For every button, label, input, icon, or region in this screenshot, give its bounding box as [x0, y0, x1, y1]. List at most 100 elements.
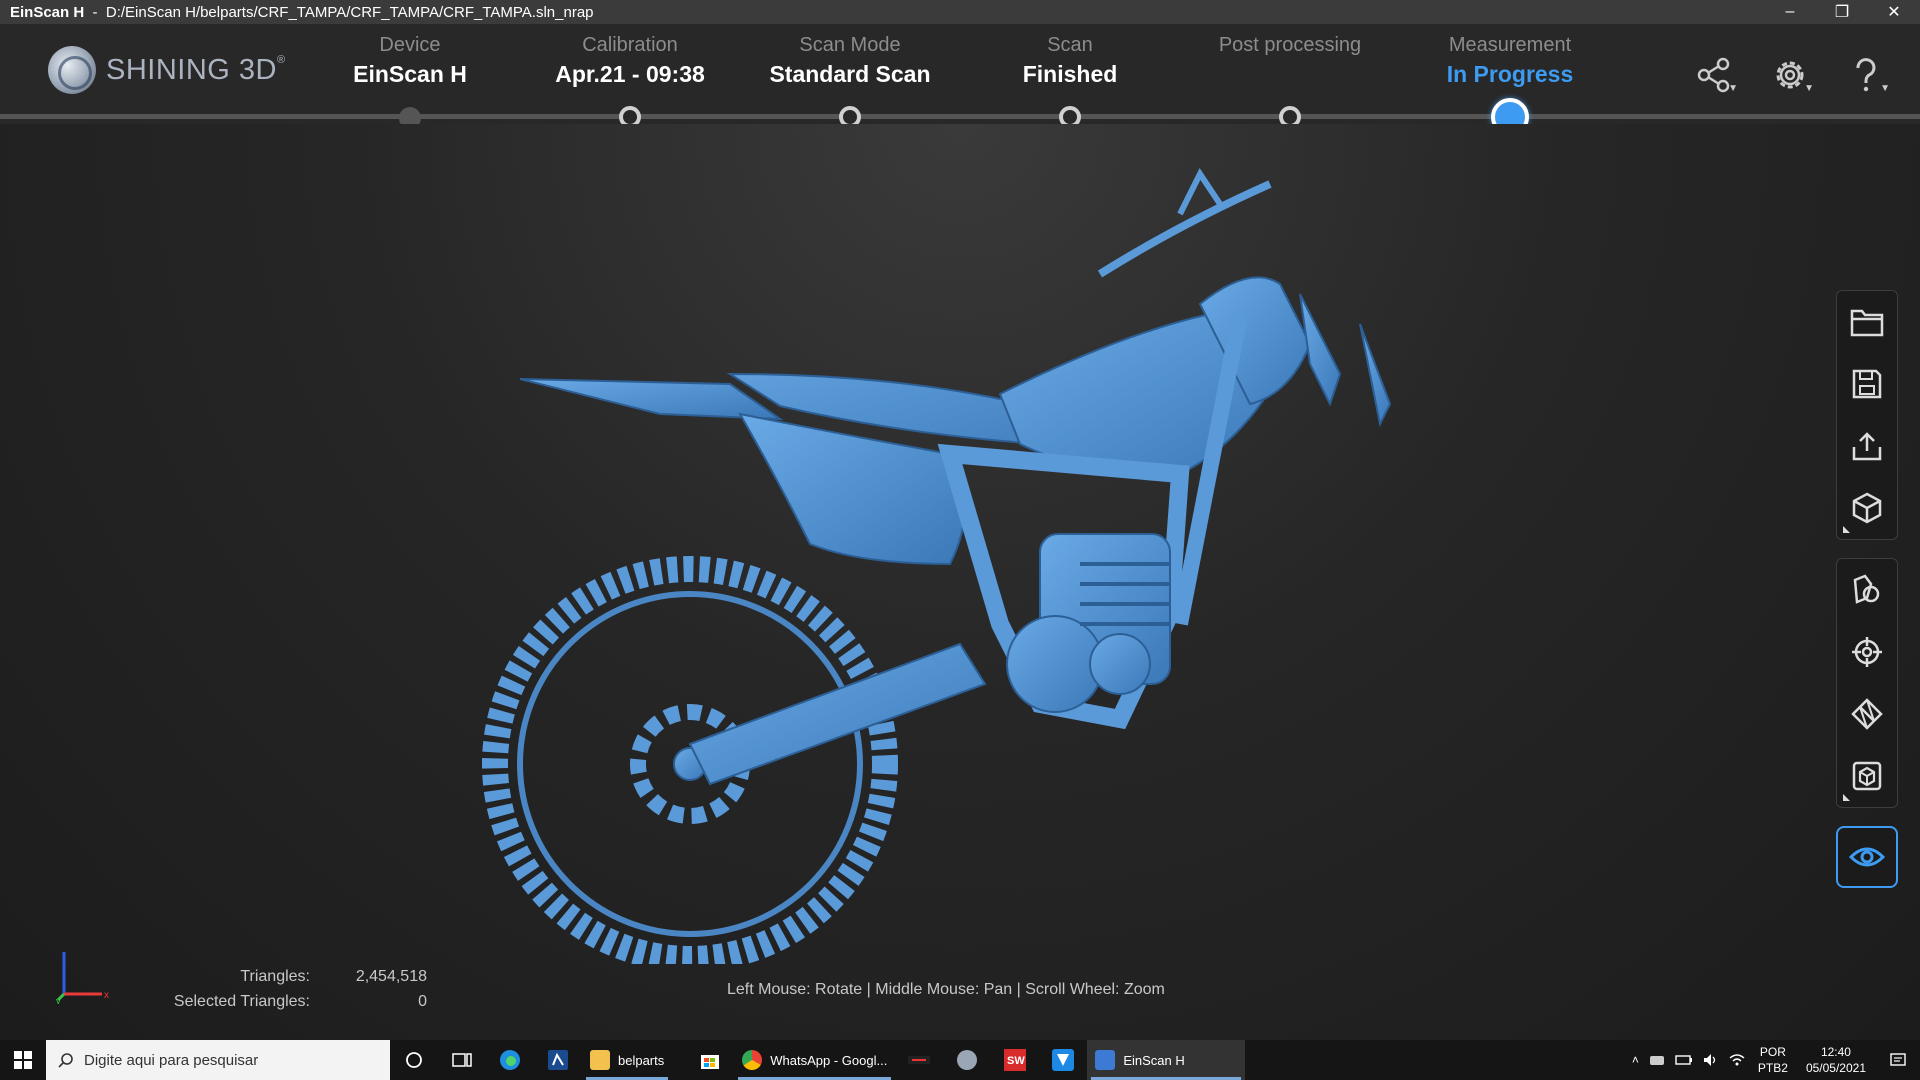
language-code: POR	[1759, 1045, 1786, 1059]
expand-corner-icon	[1843, 526, 1850, 533]
visibility-toggle-button[interactable]	[1836, 826, 1898, 888]
step-value: EinScan H	[353, 61, 467, 87]
settings-icon[interactable]: ▼	[1766, 52, 1814, 98]
app-name: EinScan H	[10, 3, 85, 21]
taskbar-clock[interactable]: 12:40 05/05/2021	[1796, 1044, 1876, 1076]
language-indicator[interactable]: POR PTB2	[1750, 1044, 1796, 1076]
measure-tool-icon[interactable]	[1837, 559, 1897, 621]
triangles-row: Triangles: 2,454,518	[150, 964, 427, 989]
taskbar-app-einscan[interactable]: EinScan H	[1087, 1040, 1246, 1080]
step-scan[interactable]: Scan Finished	[960, 34, 1180, 88]
volume-icon[interactable]	[1698, 1053, 1724, 1067]
selected-triangles-row: Selected Triangles: 0	[150, 989, 427, 1014]
title-separator: -	[92, 3, 98, 21]
app-shortcut-icon[interactable]	[1039, 1040, 1087, 1080]
step-label: Scan	[1047, 34, 1093, 56]
triangles-label: Triangles:	[240, 967, 310, 985]
expand-corner-icon	[1843, 794, 1850, 801]
edit-tool-group	[1836, 558, 1898, 808]
progress-track	[0, 114, 1920, 119]
store-icon[interactable]	[686, 1040, 734, 1080]
step-measurement[interactable]: Measurement In Progress	[1400, 34, 1620, 88]
axis-indicator: x y	[56, 944, 116, 1009]
box-select-icon[interactable]	[1837, 745, 1897, 807]
cube-view-icon[interactable]	[1837, 477, 1897, 539]
windows-taskbar: Digite aqui para pesquisar belparts What…	[0, 1040, 1920, 1080]
step-device[interactable]: Device EinScan H	[300, 34, 520, 88]
search-placeholder: Digite aqui para pesquisar	[84, 1051, 259, 1069]
edge-browser-icon[interactable]	[486, 1040, 534, 1080]
save-icon[interactable]	[1837, 353, 1897, 415]
share-icon[interactable]: ▼	[1690, 52, 1738, 98]
app-shortcut-icon[interactable]	[943, 1040, 991, 1080]
solidworks-icon[interactable]: SW	[991, 1040, 1039, 1080]
export-icon[interactable]	[1837, 415, 1897, 477]
search-icon	[58, 1053, 73, 1068]
windows-start-button[interactable]	[0, 1040, 46, 1080]
align-target-icon[interactable]	[1837, 621, 1897, 683]
chevron-up-icon[interactable]: ˄	[1627, 1053, 1644, 1067]
mesh-stats: Triangles: 2,454,518 Selected Triangles:…	[150, 964, 427, 1014]
workflow-steps: Device EinScan H Calibration Apr.21 - 09…	[0, 24, 1920, 136]
taskbar-app-label: EinScan H	[1123, 1052, 1185, 1068]
minimize-button[interactable]: –	[1764, 0, 1816, 24]
chevron-down-icon: ▼	[1804, 83, 1814, 94]
mesh-edit-icon[interactable]	[1837, 683, 1897, 745]
step-label: Scan Mode	[799, 34, 901, 56]
clock-time: 12:40	[1820, 1045, 1851, 1059]
notifications-icon[interactable]	[1876, 1052, 1920, 1068]
step-value: Apr.21 - 09:38	[555, 61, 705, 87]
taskbar-search-box[interactable]: Digite aqui para pesquisar	[46, 1040, 390, 1080]
taskbar-app-belparts[interactable]: belparts	[582, 1040, 672, 1080]
header-icons: ▼ ▼ ▼	[1690, 52, 1890, 98]
app-shortcut-icon[interactable]	[534, 1040, 582, 1080]
file-path: D:/EinScan H/belparts/CRF_TAMPA/CRF_TAMP…	[105, 3, 594, 21]
window-controls: – ❐ ✕	[1764, 0, 1920, 24]
keyboard-layout: PTB2	[1757, 1061, 1788, 1075]
triangles-value: 2,454,518	[355, 967, 427, 985]
x-axis-label: x	[104, 990, 109, 1001]
open-folder-icon[interactable]	[1837, 291, 1897, 353]
title-bar: EinScan H - D:/EinScan H/belparts/CRF_TA…	[0, 0, 1920, 24]
step-post-processing[interactable]: Post processing	[1180, 34, 1400, 61]
system-tray: ˄ POR PTB2 12:40 05/05/2021	[1627, 1040, 1920, 1080]
window-title: EinScan H - D:/EinScan H/belparts/CRF_TA…	[0, 4, 594, 21]
chrome-icon	[742, 1050, 763, 1070]
step-calibration[interactable]: Calibration Apr.21 - 09:38	[520, 34, 740, 88]
mouse-controls-hint: Left Mouse: Rotate | Middle Mouse: Pan |…	[727, 981, 1165, 998]
step-value: Standard Scan	[769, 61, 931, 87]
taskbar-app-whatsapp-chrome[interactable]: WhatsApp - Googl...	[734, 1040, 895, 1080]
folder-icon	[590, 1050, 610, 1070]
scanned-motorcycle-model[interactable]	[480, 144, 1480, 964]
y-axis-label: y	[56, 996, 61, 1004]
workflow-header: SHINING 3D® Device EinScan H Calibration…	[0, 24, 1920, 136]
help-icon[interactable]: ▼	[1842, 52, 1890, 98]
step-value: In Progress	[1446, 61, 1574, 87]
wifi-icon[interactable]	[1724, 1053, 1750, 1067]
chevron-down-icon: ▼	[1880, 83, 1890, 94]
step-label: Measurement	[1448, 34, 1572, 56]
task-view-icon[interactable]	[438, 1040, 486, 1080]
app-shortcut-icon[interactable]	[895, 1040, 943, 1080]
chevron-down-icon: ▼	[1728, 83, 1738, 94]
selected-triangles-value: 0	[418, 992, 427, 1010]
svg-text:SW: SW	[1007, 1055, 1025, 1067]
taskbar-app-label: WhatsApp - Googl...	[770, 1052, 888, 1068]
cortana-icon[interactable]	[390, 1040, 438, 1080]
step-scan-mode[interactable]: Scan Mode Standard Scan	[740, 34, 960, 88]
tray-app-icon[interactable]	[1644, 1053, 1670, 1067]
taskbar-app-label: belparts	[618, 1052, 665, 1068]
einscan-app-icon	[1095, 1050, 1116, 1070]
windows-logo-icon	[14, 1051, 32, 1069]
close-button[interactable]: ✕	[1868, 0, 1920, 24]
restore-button[interactable]: ❐	[1816, 0, 1868, 24]
clock-date: 05/05/2021	[1805, 1061, 1866, 1075]
selected-triangles-label: Selected Triangles:	[173, 992, 310, 1010]
file-tool-group	[1836, 290, 1898, 540]
step-label: Device	[379, 34, 441, 56]
battery-icon[interactable]	[1670, 1054, 1698, 1066]
3d-viewport[interactable]	[0, 124, 1920, 1040]
step-value: Finished	[1022, 61, 1118, 87]
step-label: Calibration	[582, 34, 678, 56]
step-label: Post processing	[1218, 34, 1362, 56]
